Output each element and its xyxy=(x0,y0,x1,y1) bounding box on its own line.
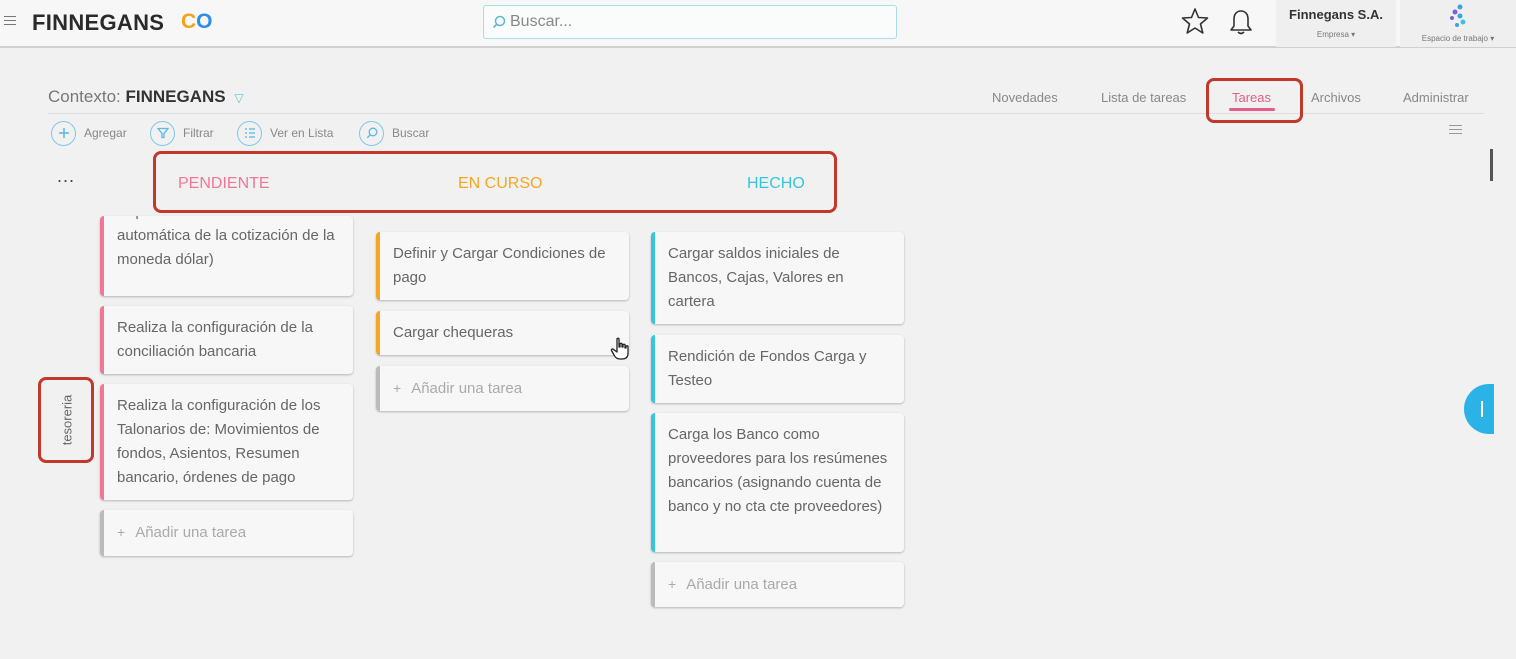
menu-icon[interactable] xyxy=(4,13,16,27)
task-card-text: Definir y Cargar Condiciones de pago xyxy=(393,245,606,286)
add-button[interactable]: Agregar xyxy=(51,120,127,146)
plus-icon: + xyxy=(393,380,402,396)
search-icon xyxy=(492,15,506,29)
bell-icon[interactable] xyxy=(1228,8,1254,36)
highlight-tab-tareas xyxy=(1206,78,1303,123)
tab-archivos[interactable]: Archivos xyxy=(1311,90,1361,105)
company-selector[interactable]: Finnegans S.A. Empresa ▾ xyxy=(1276,0,1396,47)
context-selector[interactable]: Contexto: FINNEGANS ▽ xyxy=(48,87,244,107)
task-card-text: Carga los Banco como proveedores para lo… xyxy=(668,426,888,515)
workspace-selector[interactable]: Espacio de trabajo ▾ xyxy=(1400,0,1516,47)
add-task-label: Añadir una tarea xyxy=(135,524,247,541)
brand-logo-mark: CO xyxy=(181,10,213,33)
add-task-button[interactable]: + Añadir una tarea xyxy=(651,562,904,607)
filter-button[interactable]: Filtrar xyxy=(150,120,214,146)
highlight-column-headers xyxy=(153,151,837,213)
task-card[interactable]: requiere actualización automática de la … xyxy=(100,216,353,296)
highlight-lane-label xyxy=(38,377,94,463)
tab-administrar[interactable]: Administrar xyxy=(1403,90,1469,105)
more-options-icon[interactable]: ... xyxy=(57,166,75,187)
task-card[interactable]: Realiza la configuración de los Talonari… xyxy=(100,384,353,500)
plus-icon: + xyxy=(117,524,126,540)
side-panel-handle[interactable] xyxy=(1464,384,1494,434)
task-card-text: Realiza la configuración de los Talonari… xyxy=(117,397,321,486)
star-icon[interactable] xyxy=(1181,7,1209,35)
board-search-label: Buscar xyxy=(392,126,430,140)
company-label: Empresa ▾ xyxy=(1316,30,1356,39)
plus-icon xyxy=(51,120,76,146)
task-card-text: Cargar chequeras xyxy=(393,324,514,341)
task-card[interactable]: Realiza la configuración de la conciliac… xyxy=(100,306,353,374)
scrollbar-thumb[interactable] xyxy=(1490,149,1493,181)
menu-list-icon[interactable] xyxy=(1449,125,1462,137)
context-label: Contexto: xyxy=(48,87,121,106)
task-card-text: Rendición de Fondos Carga y Testeo xyxy=(668,348,867,389)
global-search[interactable] xyxy=(483,5,897,39)
task-card[interactable]: Rendición de Fondos Carga y Testeo xyxy=(651,335,904,403)
add-task-label: Añadir una tarea xyxy=(411,380,523,397)
board-search-button[interactable]: Buscar xyxy=(359,120,429,146)
brand-logo-text: FINNEGANS xyxy=(32,10,165,35)
search-input[interactable] xyxy=(510,12,880,32)
top-bar: FINNEGANS CO Finnegans S.A. Empresa ▾ Es… xyxy=(0,0,1516,48)
task-card[interactable]: Cargar saldos iniciales de Bancos, Cajas… xyxy=(651,232,904,324)
search-icon xyxy=(359,120,384,146)
task-card[interactable]: Definir y Cargar Condiciones de pago xyxy=(376,232,629,300)
pause-icon xyxy=(1481,401,1483,417)
task-card-text: Cargar saldos iniciales de Bancos, Cajas… xyxy=(668,245,844,310)
filter-label: Filtrar xyxy=(183,126,214,140)
list-view-label: Ver en Lista xyxy=(270,126,334,140)
task-card[interactable]: Carga los Banco como proveedores para lo… xyxy=(651,413,904,552)
add-task-button[interactable]: + Añadir una tarea xyxy=(100,510,353,556)
tab-lista-de-tareas[interactable]: Lista de tareas xyxy=(1101,90,1186,105)
workspace-icon xyxy=(1450,4,1466,27)
task-card-text: Realiza la configuración de la conciliac… xyxy=(117,319,313,360)
add-label: Agregar xyxy=(84,126,127,140)
list-icon xyxy=(237,120,262,146)
chevron-down-icon: ▽ xyxy=(234,91,244,105)
context-value: FINNEGANS xyxy=(125,87,226,106)
plus-icon: + xyxy=(668,576,677,592)
add-task-button[interactable]: + Añadir una tarea xyxy=(376,366,629,411)
list-view-button[interactable]: Ver en Lista xyxy=(237,120,333,146)
company-name: Finnegans S.A. xyxy=(1289,7,1383,22)
task-card-text: requiere actualización automática de la … xyxy=(117,216,335,268)
add-task-label: Añadir una tarea xyxy=(686,576,798,593)
filter-icon xyxy=(150,120,175,146)
hand-cursor-icon xyxy=(610,337,629,360)
workspace-label: Espacio de trabajo ▾ xyxy=(1421,34,1495,43)
task-card[interactable]: Cargar chequeras xyxy=(376,311,629,355)
tab-novedades[interactable]: Novedades xyxy=(992,90,1058,105)
